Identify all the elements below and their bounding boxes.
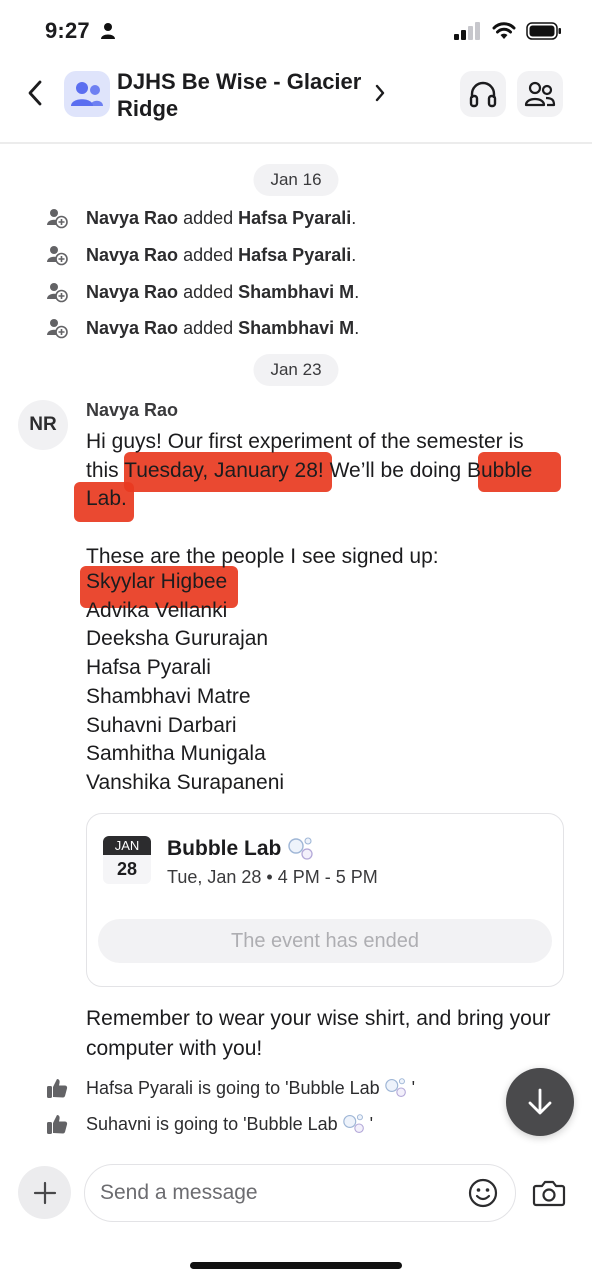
rsvp-text: Hafsa Pyarali is going to 'Bubble Lab	[86, 1077, 380, 1098]
bubbles-icon	[342, 1114, 364, 1134]
message-line: this Tuesday, January 28! We’ll be doing…	[86, 458, 533, 482]
closing-message: Remember to wear your wise shirt, and br…	[86, 1007, 551, 1060]
person-icon	[101, 23, 115, 39]
chevron-right-icon[interactable]	[370, 82, 390, 104]
headset-icon	[469, 81, 497, 108]
event-suffix: .	[351, 244, 357, 265]
status-time: 9:27	[45, 18, 90, 43]
calendar-badge: JAN 28	[103, 836, 151, 884]
arrow-down-icon	[528, 1088, 552, 1115]
event-suffix: .	[351, 207, 357, 228]
member-added-icon	[47, 319, 68, 339]
bubbles-icon	[288, 837, 313, 860]
calendar-month: JAN	[103, 836, 151, 855]
highlighted-bubble: Bubble	[466, 458, 533, 482]
emoji-icon[interactable]	[467, 1177, 499, 1209]
sender-avatar[interactable]: NR	[18, 400, 68, 450]
status-icons	[454, 22, 562, 40]
event-time: Tue, Jan 28 • 4 PM - 5 PM	[167, 867, 378, 887]
thumbs-up-icon	[47, 1115, 68, 1134]
calendar-day: 28	[116, 859, 138, 879]
actor-name: Navya Rao	[86, 244, 179, 265]
date-separator: Jan 16	[253, 164, 339, 196]
battery-icon	[526, 22, 561, 40]
bubbles-icon	[384, 1078, 406, 1098]
event-verb: added	[183, 317, 234, 338]
target-name: Shambhavi M	[238, 281, 355, 302]
event-verb: added	[183, 244, 234, 265]
members-icon	[524, 81, 556, 107]
home-indicator	[190, 1262, 402, 1269]
signal-icon	[454, 22, 480, 40]
target-name: Hafsa Pyarali	[238, 207, 352, 228]
system-event: Navya Rao added Hafsa Pyarali.	[46, 243, 356, 267]
add-attachment-button[interactable]	[18, 1166, 71, 1219]
event-verb: added	[183, 207, 234, 228]
target-name: Hafsa Pyarali	[238, 244, 352, 265]
system-event: Navya Rao added Hafsa Pyarali.	[46, 206, 356, 230]
sender-name[interactable]: Navya Rao	[86, 400, 178, 421]
message-input[interactable]	[84, 1164, 516, 1222]
chat-title[interactable]: DJHS Be Wise - Glacier Ridge	[117, 68, 372, 122]
message-body: Hi guys! Our first experiment of the sem…	[86, 428, 566, 572]
member-added-icon	[47, 209, 68, 229]
message-composer	[0, 1150, 592, 1240]
scroll-to-bottom-button[interactable]	[506, 1068, 574, 1136]
rsvp-text: Suhavni is going to 'Bubble Lab	[86, 1113, 338, 1134]
actor-name: Navya Rao	[86, 317, 179, 338]
message-line: Hi guys! Our first experiment of the sem…	[86, 430, 524, 453]
signup-name: Advika Vellanki	[86, 598, 228, 622]
system-event: Navya Rao added Shambhavi M.	[46, 280, 359, 304]
camera-icon[interactable]	[532, 1177, 566, 1209]
member-added-icon	[47, 283, 68, 303]
rsvp-event: Suhavni is going to 'Bubble Lab '	[46, 1112, 373, 1136]
event-suffix: .	[354, 281, 360, 302]
signup-name: Vanshika Surapaneni	[86, 770, 285, 794]
thumbs-up-icon	[47, 1079, 68, 1098]
signup-name: Suhavni Darbari	[86, 713, 237, 737]
date-separator: Jan 23	[253, 354, 339, 386]
wifi-icon	[492, 22, 516, 39]
message-line: Lab.	[86, 487, 127, 511]
message-feed[interactable]: Jan 16 Navya Rao added Hafsa Pyarali. Na…	[0, 146, 592, 1150]
chat-header: DJHS Be Wise - Glacier Ridge	[0, 60, 592, 144]
rsvp-event: Hafsa Pyarali is going to 'Bubble Lab '	[46, 1076, 415, 1100]
highlighted-date: Tuesday, January 28	[124, 458, 318, 482]
signup-name: Shambhavi Matre	[86, 684, 251, 708]
target-name: Shambhavi M	[238, 317, 355, 338]
actor-name: Navya Rao	[86, 207, 179, 228]
actor-name: Navya Rao	[86, 281, 179, 302]
members-button[interactable]	[517, 71, 563, 117]
signup-name: Samhitha Munigala	[86, 742, 266, 766]
status-bar: 9:27	[0, 0, 592, 60]
event-card[interactable]: JAN 28 Bubble Lab Tue, Jan 28 • 4 PM - 5…	[86, 813, 564, 987]
audio-call-button[interactable]	[460, 71, 506, 117]
group-icon	[71, 82, 103, 106]
event-status-button: The event has ended	[98, 919, 552, 963]
plus-icon	[33, 1181, 56, 1204]
signup-name: Skyylar Higbee	[86, 570, 228, 593]
signup-list: Skyylar Higbee Advika Vellanki Deeksha G…	[86, 568, 284, 798]
back-button[interactable]	[20, 76, 50, 110]
system-event: Navya Rao added Shambhavi M.	[46, 316, 359, 340]
event-verb: added	[183, 281, 234, 302]
group-avatar[interactable]	[64, 71, 110, 117]
event-title: Bubble Lab	[167, 836, 315, 862]
signup-name: Hafsa Pyarali	[86, 656, 211, 680]
back-icon	[28, 80, 42, 106]
signup-name: Deeksha Gururajan	[86, 627, 269, 651]
member-added-icon	[47, 246, 68, 266]
event-suffix: .	[354, 317, 360, 338]
